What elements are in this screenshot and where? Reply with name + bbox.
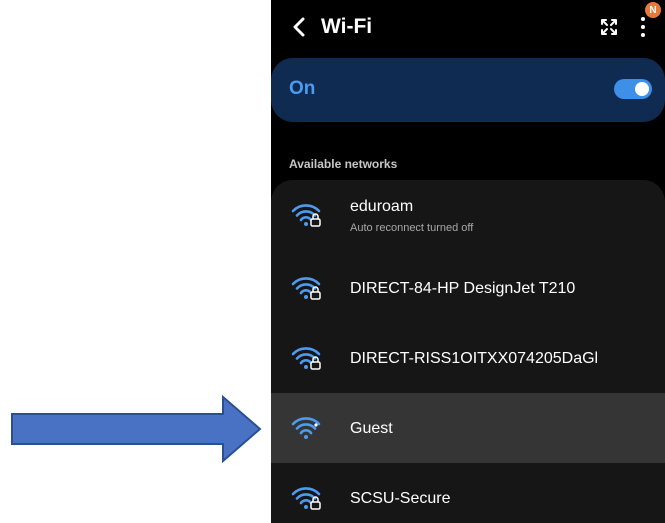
network-name: eduroam (350, 198, 414, 215)
network-item-eduroam[interactable]: eduroam Auto reconnect turned off (271, 180, 665, 250)
more-dot (641, 25, 645, 29)
wifi-icon (291, 204, 321, 227)
network-name: DIRECT-RISS1OITXX074205DaGl (350, 350, 599, 367)
wifi-toggle-card[interactable]: On (271, 58, 665, 122)
wifi-icon (291, 277, 321, 300)
wifi-icon (291, 417, 321, 439)
available-networks-label: Available networks (289, 157, 398, 171)
lock-icon (310, 218, 321, 227)
arrow-right-icon (11, 395, 262, 463)
lock-icon (310, 291, 321, 300)
network-name: Guest (350, 420, 393, 437)
app-header: Wi-Fi N (271, 0, 665, 55)
network-name: DIRECT-84-HP DesignJet T210 (350, 280, 576, 297)
page-title: Wi-Fi (321, 15, 373, 38)
network-item-scsu-secure[interactable]: SCSU-Secure (271, 463, 665, 523)
network-name: SCSU-Secure (350, 490, 451, 507)
phone-screen: Wi-Fi N On Available networks eduroam Au… (271, 0, 665, 523)
expand-icon (601, 19, 617, 35)
network-item-guest[interactable]: Guest (271, 393, 665, 463)
notification-badge: N (645, 2, 661, 18)
wifi-icon (291, 487, 321, 510)
network-list: eduroam Auto reconnect turned off DIRECT… (271, 180, 665, 523)
chevron-left-icon (293, 17, 305, 37)
network-item-direct-84-hp[interactable]: DIRECT-84-HP DesignJet T210 (271, 253, 665, 323)
more-vertical-icon (641, 17, 645, 21)
more-dot (641, 33, 645, 37)
lock-icon (310, 361, 321, 370)
expand-button[interactable] (599, 17, 619, 37)
wifi-icon (291, 347, 321, 370)
network-status: Auto reconnect turned off (350, 222, 474, 234)
wifi-state-label: On (289, 78, 316, 99)
switch-knob (635, 82, 649, 96)
back-button[interactable] (285, 13, 313, 41)
wifi-switch[interactable] (614, 79, 652, 99)
network-item-direct-riss[interactable]: DIRECT-RISS1OITXX074205DaGl (271, 323, 665, 393)
lock-icon (310, 501, 321, 510)
